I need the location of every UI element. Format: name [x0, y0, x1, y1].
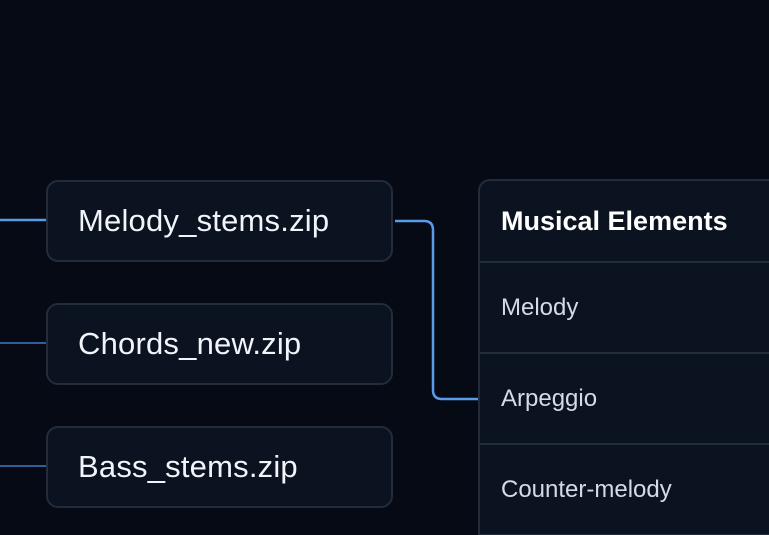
file-node-label: Bass_stems.zip: [78, 449, 298, 484]
musical-elements-panel: Musical Elements Melody Arpeggio Counter…: [478, 179, 769, 535]
connector-melody-stems-to-arpeggio: [395, 219, 478, 401]
file-node-melody-stems[interactable]: Melody_stems.zip: [46, 180, 393, 262]
file-node-label: Melody_stems.zip: [78, 203, 330, 238]
panel-item-counter-melody[interactable]: Counter-melody: [480, 445, 769, 535]
panel-item-melody[interactable]: Melody: [480, 263, 769, 354]
panel-item-label: Arpeggio: [501, 384, 598, 412]
panel-item-label: Counter-melody: [501, 475, 672, 503]
file-node-bass-stems[interactable]: Bass_stems.zip: [46, 426, 393, 508]
file-node-label: Chords_new.zip: [78, 326, 302, 361]
panel-title: Musical Elements: [480, 181, 769, 263]
panel-item-arpeggio[interactable]: Arpeggio: [480, 354, 769, 445]
diagram-canvas: Melody_stems.zip Chords_new.zip Bass_ste…: [0, 0, 769, 535]
panel-item-label: Melody: [501, 293, 579, 321]
file-node-chords-new[interactable]: Chords_new.zip: [46, 303, 393, 385]
